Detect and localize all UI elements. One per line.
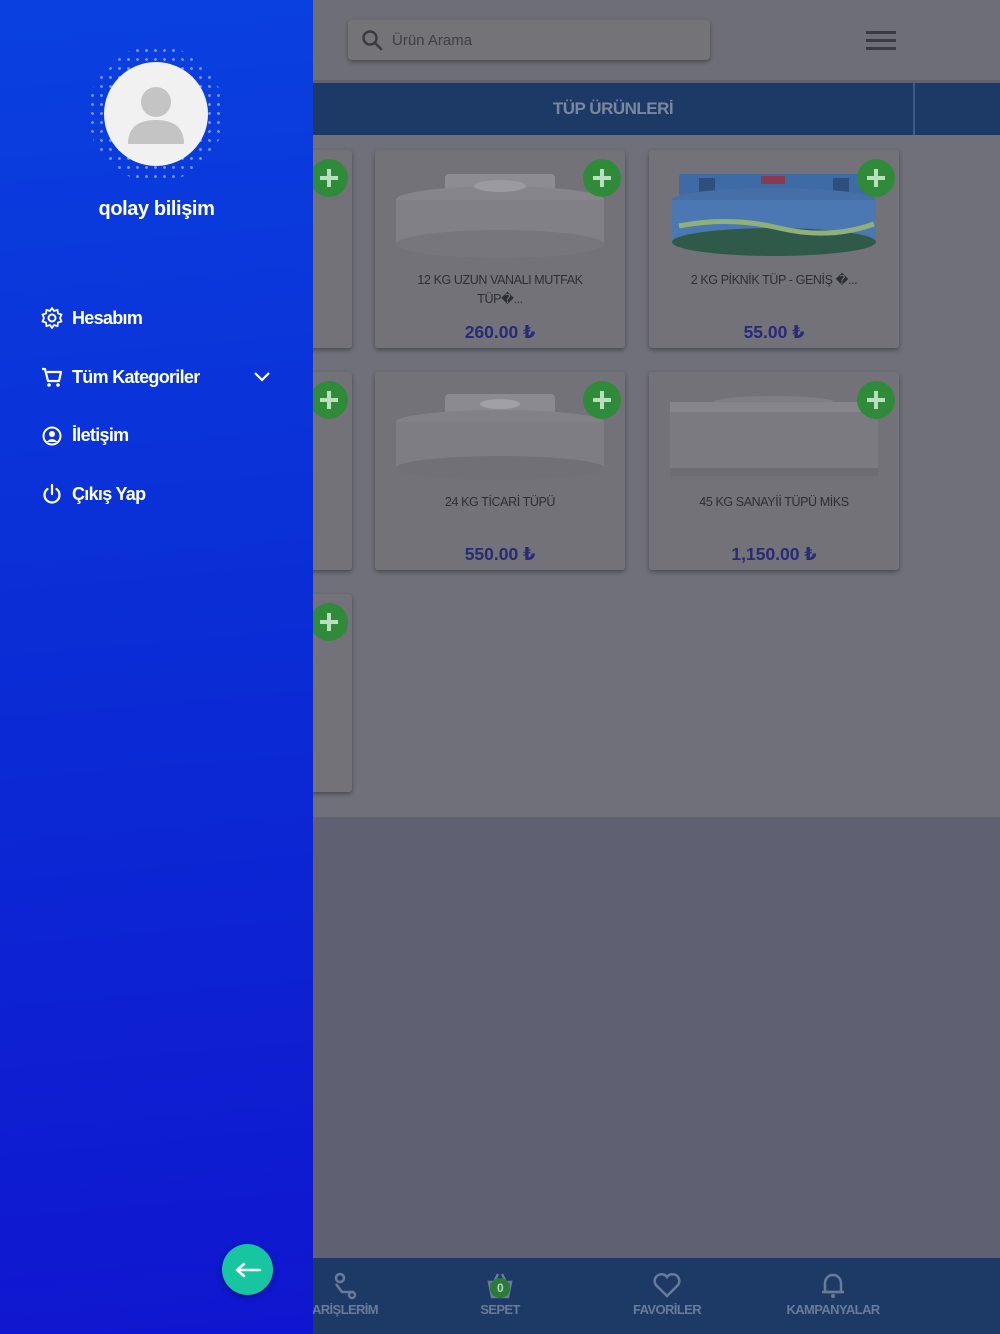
add-to-cart-button[interactable] xyxy=(583,381,621,419)
orders-icon xyxy=(334,1272,357,1300)
nav-campaigns-label: KAMPANYALAR xyxy=(786,1302,880,1317)
nav-cart-label: SEPET xyxy=(480,1302,520,1317)
sidebar-item-cikis-yap[interactable]: Çıkış Yap xyxy=(40,474,280,514)
sidebar-item-tum-kategoriler[interactable]: Tüm Kategoriler xyxy=(40,357,280,397)
sidebar-item-label: Çıkış Yap xyxy=(72,483,146,504)
gas-cylinder-image xyxy=(396,174,604,258)
add-to-cart-button[interactable] xyxy=(583,159,621,197)
arrow-left-icon xyxy=(235,1262,261,1277)
avatar[interactable] xyxy=(104,62,208,166)
search-icon xyxy=(362,30,383,51)
add-to-cart-button[interactable] xyxy=(310,381,348,419)
gas-cylinder-image xyxy=(396,394,604,480)
user-icon xyxy=(128,87,184,144)
product-price: 550.00 ₺ xyxy=(464,544,536,564)
sidebar-item-label: İletişim xyxy=(72,424,129,445)
add-to-cart-button[interactable] xyxy=(857,159,895,197)
product-price: 260.00 ₺ xyxy=(464,322,536,342)
add-to-cart-button[interactable] xyxy=(857,381,895,419)
product-name: 2 KG PİKNİK TÜP - GENİŞ �... xyxy=(690,273,858,287)
sidebar-drawer: qolay bilişim Hesabım Tüm Kategoriler İl… xyxy=(0,0,313,1334)
gear-icon xyxy=(41,307,63,329)
bell-icon xyxy=(822,1273,844,1298)
hamburger-menu-icon[interactable] xyxy=(864,26,898,54)
tab-tup-urunleri[interactable]: TÜP ÜRÜNLERİ xyxy=(313,83,915,135)
cart-icon xyxy=(42,367,63,387)
nav-favorites-label: FAVORİLER xyxy=(632,1302,702,1317)
gas-cylinder-image xyxy=(672,174,876,256)
product-name: 45 KG SANAYİİ TÜPÜ MİKS xyxy=(699,495,849,509)
add-to-cart-button[interactable] xyxy=(310,603,348,641)
sidebar-item-label: Tüm Kategoriler xyxy=(72,366,200,387)
cart-count-badge: 0 xyxy=(490,1278,510,1298)
heart-icon xyxy=(653,1272,681,1298)
chevron-down-icon[interactable] xyxy=(252,369,272,385)
sidebar-item-label: Hesabım xyxy=(72,307,143,328)
nav-cart[interactable]: 0 SEPET xyxy=(425,1270,575,1317)
search-input[interactable] xyxy=(392,31,692,49)
nav-orders-label: ARİŞLERİM xyxy=(311,1302,379,1317)
power-icon xyxy=(43,483,61,504)
sidebar-item-iletisim[interactable]: İletişim xyxy=(40,415,280,455)
product-name: 12 KG UZUN VANALI MUTFAK TÜP�... xyxy=(417,273,583,306)
product-price: 1,150.00 ₺ xyxy=(731,544,817,564)
close-drawer-button[interactable] xyxy=(222,1244,273,1295)
sidebar-item-hesabim[interactable]: Hesabım xyxy=(40,298,280,338)
gas-cylinder-image xyxy=(670,396,878,476)
add-to-cart-button[interactable] xyxy=(310,159,348,197)
search-box[interactable] xyxy=(348,20,710,60)
contact-icon xyxy=(42,426,62,446)
username: qolay bilişim xyxy=(98,198,215,220)
nav-campaigns[interactable]: KAMPANYALAR xyxy=(758,1270,908,1317)
product-price: 55.00 ₺ xyxy=(743,322,805,342)
nav-favorites[interactable]: FAVORİLER xyxy=(592,1270,742,1317)
product-name: 24 KG TİCARİ TÜPÜ xyxy=(444,495,556,509)
